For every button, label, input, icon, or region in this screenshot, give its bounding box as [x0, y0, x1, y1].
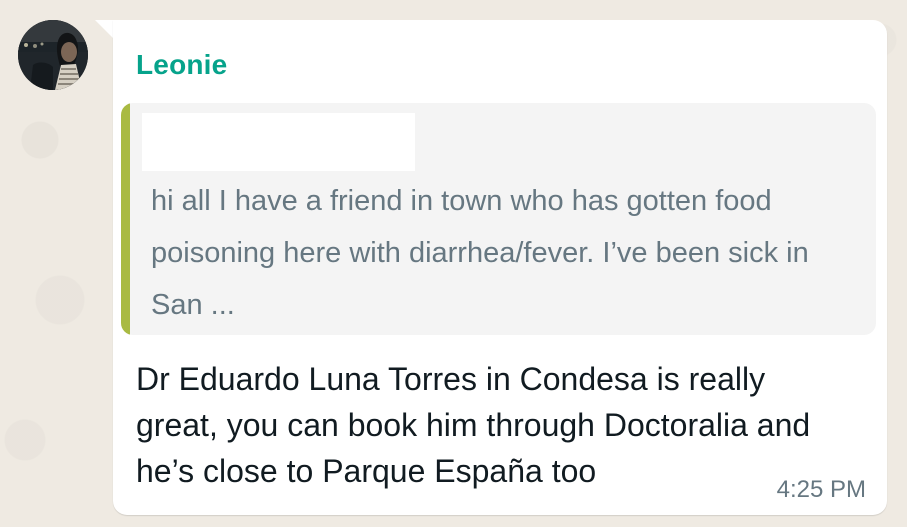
- redacted-quoted-author: [142, 113, 415, 171]
- quoted-message[interactable]: hi all I have a friend in town who has g…: [121, 103, 876, 335]
- incoming-message-bubble[interactable]: Leonie hi all I have a friend in town wh…: [113, 20, 887, 515]
- message-text: Dr Eduardo Luna Torres in Condesa is rea…: [136, 361, 811, 489]
- quote-accent-bar: [121, 103, 130, 335]
- sender-name[interactable]: Leonie: [136, 49, 227, 81]
- quoted-message-text: hi all I have a friend in town who has g…: [151, 185, 809, 321]
- message-timestamp: 4:25 PM: [776, 476, 866, 503]
- message-bubble-tail: [95, 20, 113, 38]
- profile-photo-icon: [18, 20, 88, 90]
- sender-avatar[interactable]: [18, 20, 88, 90]
